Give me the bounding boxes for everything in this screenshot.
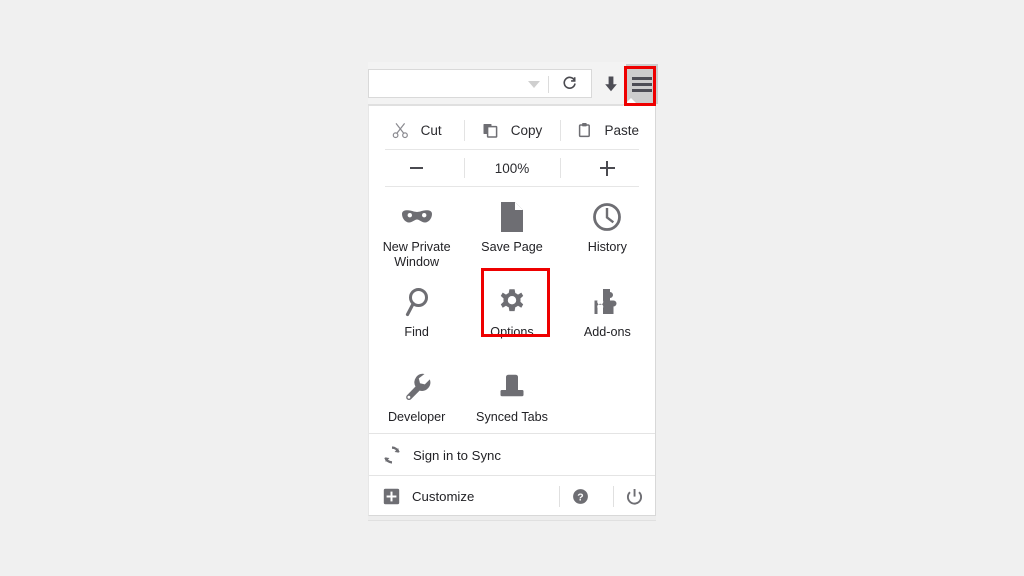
clipboard-icon	[576, 122, 593, 139]
sign-in-to-sync-row[interactable]: Sign in to Sync	[369, 434, 655, 476]
minus-icon	[410, 167, 424, 169]
mask-icon	[400, 200, 434, 234]
zoom-out-button[interactable]	[369, 150, 464, 186]
grid-item-find[interactable]: Find	[369, 273, 464, 358]
copy-icon	[482, 122, 499, 139]
magnifier-icon	[402, 285, 432, 319]
sign-in-to-sync-label: Sign in to Sync	[413, 447, 501, 463]
copy-label: Copy	[510, 123, 543, 138]
browser-toolbar	[368, 62, 658, 106]
cut-label: Cut	[420, 123, 442, 138]
grid-item-label: New Private Window	[382, 240, 451, 269]
wrench-icon	[402, 370, 432, 404]
sync-icon	[383, 446, 401, 464]
zoom-controls-row: 100%	[369, 150, 655, 186]
gear-icon	[497, 285, 527, 319]
downloads-button[interactable]	[596, 69, 626, 99]
svg-text:?: ?	[577, 491, 583, 503]
grid-item-options[interactable]: Options	[464, 273, 559, 358]
address-bar[interactable]	[368, 69, 548, 98]
grid-item-label: Synced Tabs	[476, 410, 548, 424]
quit-button[interactable]	[613, 476, 655, 517]
grid-item-new-private-window[interactable]: New Private Window	[369, 188, 464, 273]
grid-item-label: Add-ons	[583, 325, 631, 339]
download-arrow-icon	[603, 75, 619, 93]
panel-bottom-edge	[368, 516, 656, 521]
divider-below-zoom-row	[385, 186, 639, 187]
grid-item-label: Find	[404, 325, 429, 339]
toolbar-divider	[548, 76, 549, 93]
grid-item-label: Save Page	[481, 240, 543, 254]
paste-label: Paste	[604, 123, 640, 138]
zoom-in-button[interactable]	[559, 150, 655, 186]
grid-item-label: History	[587, 240, 627, 254]
hamburger-menu-icon	[632, 73, 652, 95]
edit-controls-row: Cut Copy Paste	[369, 112, 655, 149]
zoom-level-reset-button[interactable]: 100%	[464, 150, 559, 186]
help-button[interactable]: ?	[559, 476, 601, 517]
grid-item-label: Options	[490, 325, 534, 339]
cut-button[interactable]: Cut	[369, 112, 464, 149]
reload-button[interactable]	[548, 69, 592, 98]
plus-icon	[599, 160, 615, 176]
device-icon	[496, 370, 528, 404]
plus-square-icon[interactable]	[383, 488, 400, 505]
puzzle-piece-icon	[591, 285, 623, 319]
menu-icon-grid: New Private Window Save Page History Fin…	[369, 188, 655, 443]
scissors-icon	[392, 122, 409, 139]
grid-item-save-page[interactable]: Save Page	[464, 188, 559, 273]
customize-row: Customize ?	[369, 476, 655, 517]
power-icon	[626, 488, 643, 506]
reload-icon	[561, 75, 578, 92]
grid-item-add-ons[interactable]: Add-ons	[560, 273, 655, 358]
customize-label[interactable]: Customize	[412, 489, 474, 504]
panel-arrow-tip	[622, 98, 640, 107]
screenshot-root: Cut Copy Paste 100% New Private Window S…	[0, 0, 1024, 576]
page-icon	[499, 200, 525, 234]
grid-item-history[interactable]: History	[560, 188, 655, 273]
clock-icon	[591, 200, 623, 234]
copy-button[interactable]: Copy	[464, 112, 559, 149]
question-mark-icon: ?	[572, 488, 589, 505]
firefox-menu-panel: Cut Copy Paste 100% New Private Window S…	[368, 106, 656, 516]
grid-item-label: Developer	[387, 410, 446, 424]
chevron-down-icon[interactable]	[528, 81, 540, 88]
paste-button[interactable]: Paste	[559, 112, 655, 149]
zoom-level-label: 100%	[494, 160, 530, 176]
grid-item-synced-tabs[interactable]: Synced Tabs	[464, 358, 559, 443]
grid-item-developer[interactable]: Developer	[369, 358, 464, 443]
